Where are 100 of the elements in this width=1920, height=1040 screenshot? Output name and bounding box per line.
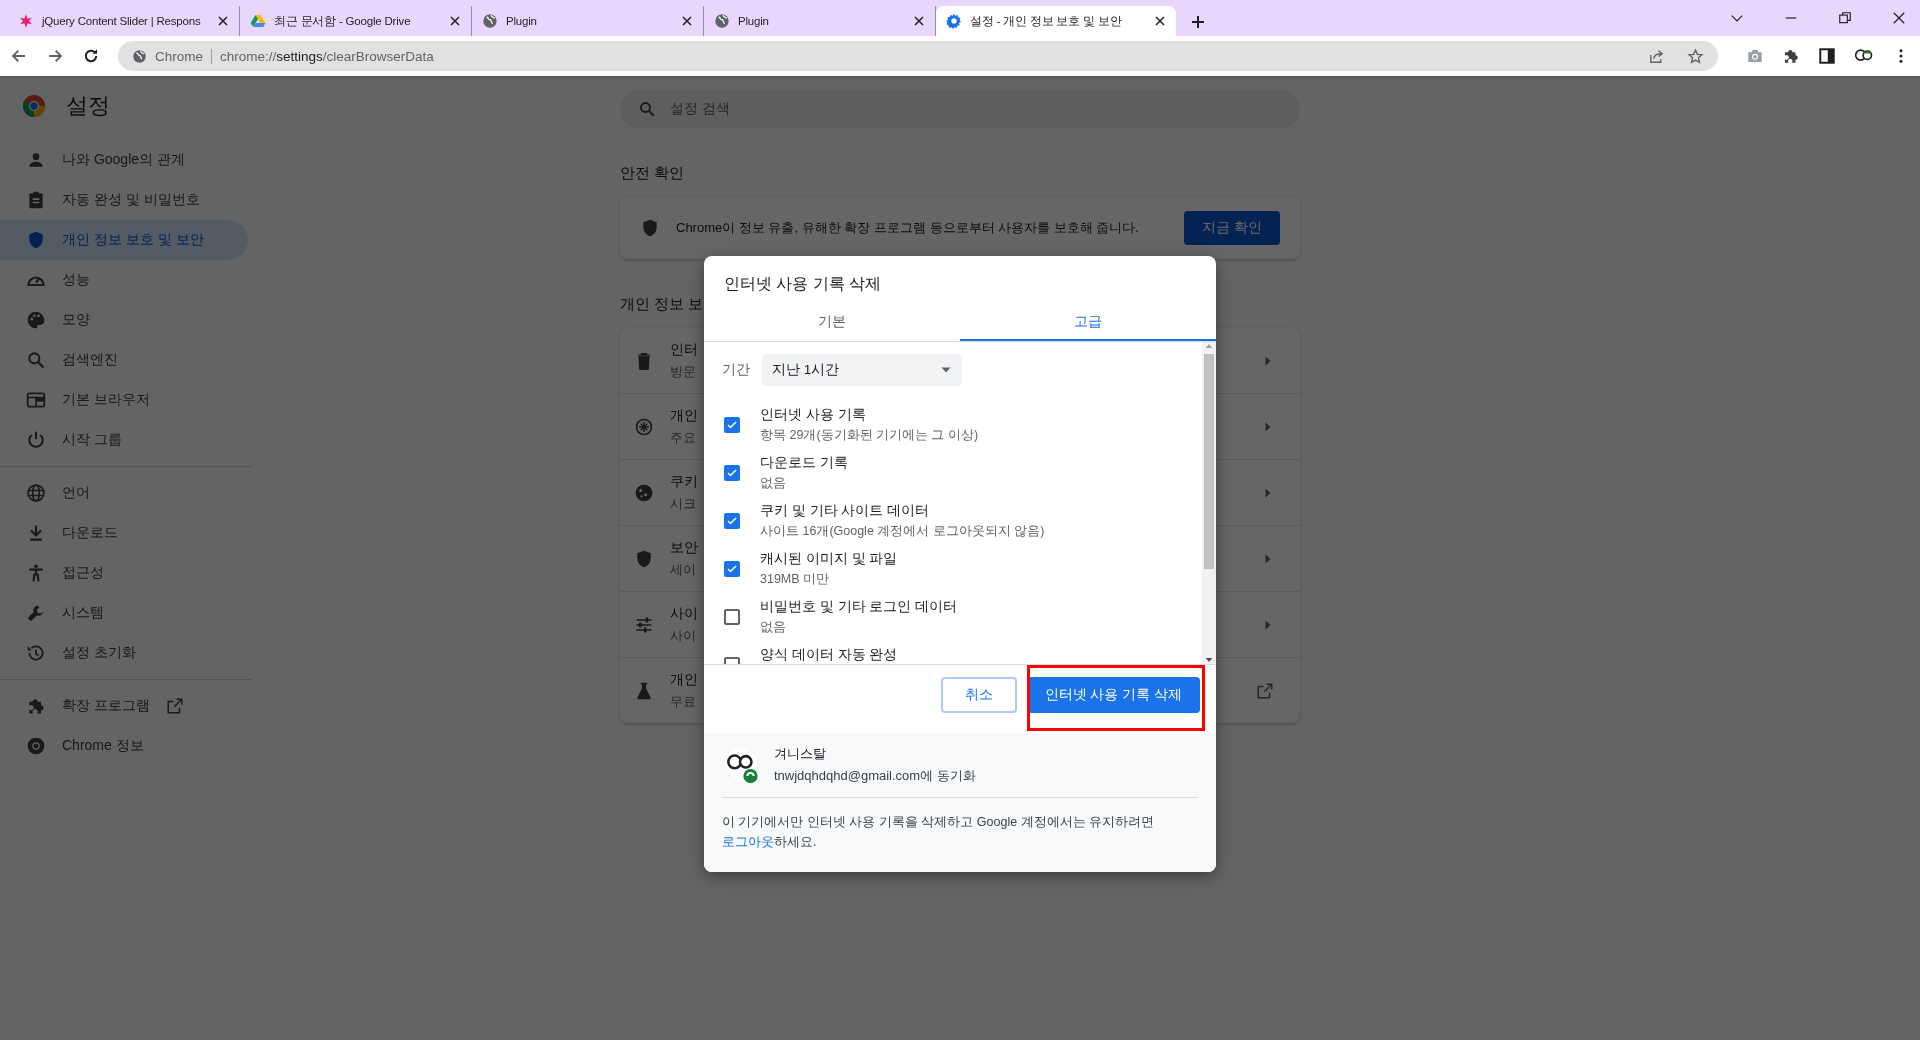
close-icon[interactable]	[913, 15, 925, 27]
option-label: 비밀번호 및 기타 로그인 데이터	[760, 598, 957, 616]
sidebar-item[interactable]: 자동 완성 및 비밀번호	[0, 180, 248, 220]
shield-icon	[634, 548, 654, 569]
reload-icon[interactable]	[82, 47, 100, 65]
sidebar-item[interactable]: 접근성	[0, 553, 248, 593]
power-icon	[26, 430, 46, 450]
checkbox[interactable]	[724, 417, 740, 433]
flask-icon	[634, 680, 654, 701]
globe-icon	[26, 483, 46, 503]
search-icon	[26, 350, 46, 370]
sidebar-item[interactable]: 시스템	[0, 593, 248, 633]
row-subtitle: 방문	[670, 362, 697, 381]
option-detail: 사이트 16개(Google 계정에서 로그아웃되지 않음)	[760, 523, 1045, 540]
new-tab-icon[interactable]	[1190, 14, 1206, 30]
option-detail: 없음	[760, 475, 787, 492]
globe-icon	[132, 48, 147, 64]
cookie-icon	[634, 482, 654, 503]
sidebar-item[interactable]: 언어	[0, 473, 248, 513]
sidebar-item[interactable]: 시작 그룹	[0, 420, 248, 460]
dialog-title: 인터넷 사용 기록 삭제	[723, 274, 883, 294]
history-icon	[26, 643, 46, 663]
scrollbar[interactable]	[1202, 342, 1216, 664]
external-link-icon[interactable]	[1256, 681, 1274, 700]
account-name: 겨니스탈	[774, 745, 827, 763]
globe-icon	[714, 13, 730, 29]
close-icon[interactable]	[449, 15, 461, 27]
puzzle-icon[interactable]	[1782, 47, 1800, 65]
accessibility-icon	[26, 563, 46, 583]
sidebar-item[interactable]: 성능	[0, 260, 248, 300]
row-title: 사이	[670, 604, 698, 623]
sidebar-item[interactable]: 확장 프로그램	[0, 686, 248, 726]
dialog-tab[interactable]: 고급	[960, 305, 1216, 341]
sidebar-item[interactable]: Chrome 정보	[0, 726, 248, 766]
back-icon[interactable]	[10, 47, 28, 65]
row-title: 쿠키	[670, 472, 698, 491]
sidebar-item[interactable]: 설정 초기화	[0, 633, 248, 673]
sign-out-link[interactable]: 로그아웃	[722, 835, 774, 849]
sync-status: tnwjdqhdqhd@gmail.com에 동기화	[774, 767, 976, 785]
cancel-button[interactable]: 취소	[940, 677, 1017, 713]
checkmark-icon	[726, 563, 738, 575]
sidebar-item[interactable]: 나와 Google의 관계	[0, 140, 248, 180]
period-label: 기간	[722, 361, 750, 379]
check-now-button[interactable]: 지금 확인	[1184, 211, 1280, 245]
close-icon[interactable]	[1892, 11, 1906, 25]
forward-icon[interactable]	[46, 47, 64, 65]
period-dropdown[interactable]: 지난 1시간	[762, 354, 962, 386]
shield-icon	[26, 230, 46, 250]
section-heading: 개인 정보 보	[620, 295, 704, 314]
star-icon[interactable]	[1687, 47, 1704, 65]
dialog-tab[interactable]: 기본	[704, 305, 960, 341]
checkmark-icon	[726, 467, 738, 479]
checkbox[interactable]	[724, 465, 740, 481]
puzzle-icon	[26, 696, 46, 716]
option-detail: 없음	[760, 619, 787, 636]
url-text: chrome://settings/clearBrowserData	[220, 48, 434, 64]
avatar-icon	[722, 746, 760, 784]
restore-icon[interactable]	[1838, 11, 1852, 25]
option-label: 쿠키 및 기타 사이트 데이터	[760, 502, 930, 520]
close-icon[interactable]	[1154, 15, 1166, 27]
sidebar-item[interactable]: 개인 정보 보호 및 보안	[0, 220, 248, 260]
close-icon[interactable]	[681, 15, 693, 27]
address-bar[interactable]: Chrome chrome://settings/clearBrowserData	[118, 41, 1718, 71]
wrench-icon	[26, 603, 46, 623]
clipboard-icon	[26, 190, 46, 210]
person-icon	[26, 150, 46, 170]
row-subtitle: 무료	[670, 692, 697, 711]
side-panel-icon[interactable]	[1818, 47, 1836, 65]
chrome-logo-icon	[26, 736, 46, 756]
page-title: 설정	[66, 92, 110, 120]
row-title: 보안	[670, 538, 698, 557]
checkbox[interactable]	[724, 513, 740, 529]
safety-text: Chrome이 정보 유출, 유해한 확장 프로그램 등으로부터 사용자를 보호해 줍니다.	[676, 219, 1139, 237]
camera-icon[interactable]	[1746, 47, 1764, 65]
checkbox[interactable]	[724, 561, 740, 577]
sidebar-item[interactable]: 기본 브라우저	[0, 380, 248, 420]
sidebar-item[interactable]: 검색엔진	[0, 340, 248, 380]
row-subtitle: 주요	[670, 428, 697, 447]
row-title: 인터	[670, 340, 698, 359]
globe-icon	[482, 13, 498, 29]
row-subtitle: 세이	[670, 560, 697, 579]
option-label: 양식 데이터 자동 완성	[760, 646, 898, 664]
shield-icon	[640, 218, 660, 238]
option-label: 인터넷 사용 기록	[760, 406, 867, 424]
section-heading: 안전 확인	[620, 164, 685, 183]
star-icon	[18, 13, 34, 29]
row-subtitle: 시크	[670, 494, 697, 513]
row-title: 개인	[670, 670, 698, 689]
sidebar-item[interactable]: 다운로드	[0, 513, 248, 553]
site-label: Chrome	[155, 48, 212, 64]
option-detail: 319MB 미만	[760, 571, 831, 588]
close-icon[interactable]	[217, 15, 229, 27]
sidebar-item[interactable]: 모양	[0, 300, 248, 340]
option-label: 다운로드 기록	[760, 454, 848, 472]
info-text: 이 기기에서만 인터넷 사용 기록을 삭제하고 Google 계정에서는 유지하려면 로그아웃하세요.	[722, 814, 1156, 851]
option-label: 캐시된 이미지 및 파일	[760, 550, 898, 568]
checkbox[interactable]	[724, 609, 740, 625]
palette-icon	[26, 310, 46, 330]
browser-tab[interactable]: 설정 - 개인 정보 보호 및 보안	[936, 6, 1176, 36]
scroll-down-icon[interactable]	[1205, 656, 1213, 664]
